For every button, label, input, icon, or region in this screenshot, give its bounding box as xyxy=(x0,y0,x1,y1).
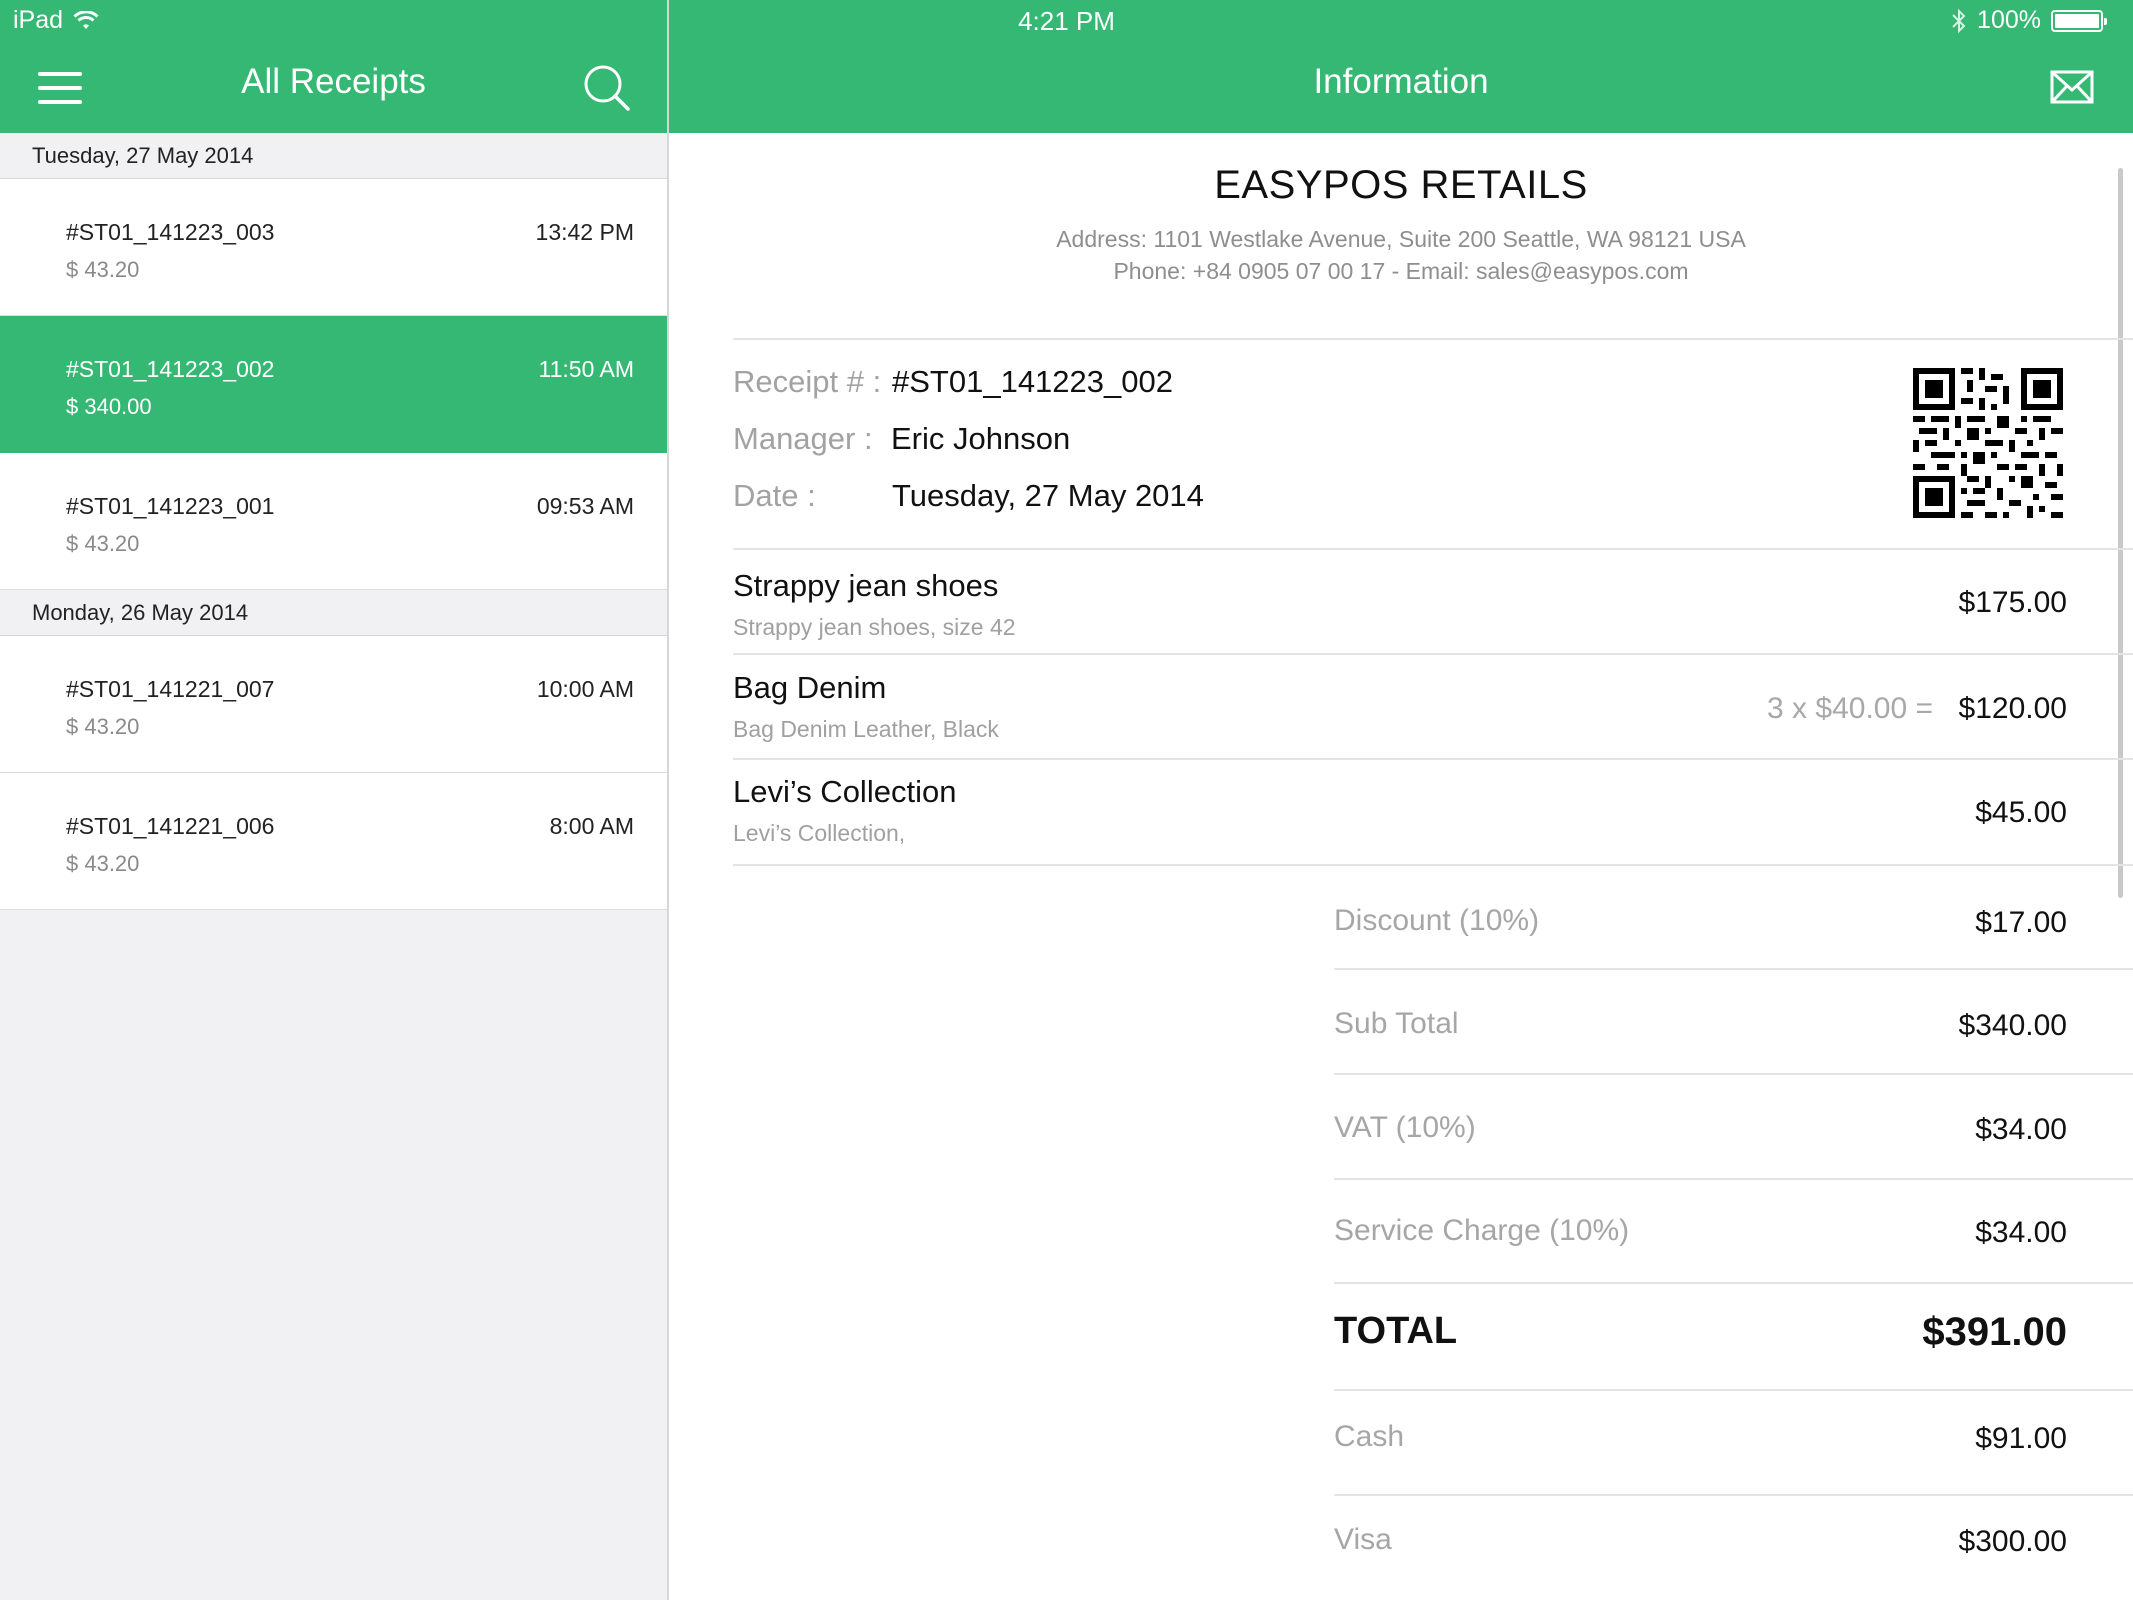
manager-name: Eric Johnson xyxy=(891,421,1071,456)
status-time: 4:21 PM xyxy=(1018,6,1115,36)
receipt-amount: $ 43.20 xyxy=(66,714,140,739)
receipt-list-item[interactable]: #ST01_141223_003 13:42 PM $ 43.20 xyxy=(0,179,667,316)
service-charge-label: Service Charge (10%) xyxy=(1334,1214,1630,1247)
receipt-amount: $ 43.20 xyxy=(66,257,140,282)
discount-label: Discount (10%) xyxy=(1334,904,1540,937)
cash-value: $91.00 xyxy=(1975,1422,2067,1455)
vat-value: $34.00 xyxy=(1975,1113,2067,1146)
cash-label: Cash xyxy=(1334,1420,1405,1453)
divider xyxy=(733,548,2133,550)
service-charge-value: $34.00 xyxy=(1975,1216,2067,1249)
receipt-time: 10:00 AM xyxy=(536,676,634,702)
receipt-time: 09:53 AM xyxy=(536,493,634,519)
qr-code xyxy=(1913,368,2063,518)
battery-icon xyxy=(2051,9,2107,32)
total-label: TOTAL xyxy=(1334,1310,1458,1352)
receipt-id: #ST01_141221_006 xyxy=(66,813,275,839)
divider xyxy=(1334,968,2133,970)
mail-icon[interactable] xyxy=(2050,70,2094,104)
bluetooth-icon xyxy=(1952,8,1966,33)
line-item-desc: Strappy jean shoes, size 42 xyxy=(733,614,1016,640)
receipt-time: 8:00 AM xyxy=(549,813,634,839)
line-item-qty: 3 x $40.00 = xyxy=(1767,692,1933,725)
line-item-name: Bag Denim xyxy=(733,670,887,705)
receipt-id: #ST01_141223_002 xyxy=(66,356,275,382)
divider xyxy=(733,864,2133,866)
right-panel-title: Information xyxy=(1313,62,1489,101)
receipt-amount: $ 43.20 xyxy=(66,851,140,876)
store-contact: Phone: +84 0905 07 00 17 - Email: sales@… xyxy=(1113,258,1689,284)
receipt-date: Tuesday, 27 May 2014 xyxy=(892,478,1204,513)
search-icon[interactable] xyxy=(583,64,631,112)
total-value: $391.00 xyxy=(1922,1310,2067,1354)
left-panel-title: All Receipts xyxy=(241,62,426,101)
divider xyxy=(1334,1282,2133,1284)
receipt-list-item[interactable]: #ST01_141223_001 09:53 AM $ 43.20 xyxy=(0,453,667,590)
receipt-number-label: Receipt # : xyxy=(733,364,882,399)
divider xyxy=(1334,1494,2133,1496)
visa-value: $300.00 xyxy=(1958,1525,2067,1558)
visa-label: Visa xyxy=(1334,1523,1392,1556)
divider xyxy=(1334,1178,2133,1180)
date-group-header: Monday, 26 May 2014 xyxy=(0,590,667,636)
date-label: Date : xyxy=(733,478,816,513)
line-item-price: $45.00 xyxy=(1975,796,2067,829)
line-item-desc: Bag Denim Leather, Black xyxy=(733,716,999,742)
line-item-name: Levi’s Collection xyxy=(733,774,957,809)
subtotal-label: Sub Total xyxy=(1334,1007,1459,1040)
receipt-amount: $ 43.20 xyxy=(66,531,140,556)
receipt-id: #ST01_141223_001 xyxy=(66,493,275,519)
receipt-id: #ST01_141221_007 xyxy=(66,676,275,702)
store-name: EASYPOS RETAILS xyxy=(1214,163,1588,207)
status-right: 100% xyxy=(1951,6,2107,35)
receipts-list: Tuesday, 27 May 2014 #ST01_141223_003 13… xyxy=(0,133,667,1600)
vat-label: VAT (10%) xyxy=(1334,1111,1476,1144)
line-item-name: Strappy jean shoes xyxy=(733,568,999,603)
receipt-number: #ST01_141223_002 xyxy=(892,364,1173,399)
receipt-list-item[interactable]: #ST01_141221_007 10:00 AM $ 43.20 xyxy=(0,636,667,773)
receipt-time: 13:42 PM xyxy=(535,219,634,245)
divider xyxy=(733,758,2133,760)
divider xyxy=(1334,1389,2133,1391)
divider xyxy=(733,338,2133,340)
battery-percent: 100% xyxy=(1977,6,2041,34)
top-bar: iPad 4:21 PM 100% All Receipts Informati… xyxy=(0,0,2133,133)
divider xyxy=(1334,1073,2133,1075)
line-item-price: $120.00 xyxy=(1958,692,2067,725)
subtotal-value: $340.00 xyxy=(1958,1009,2067,1042)
receipt-list-item-selected[interactable]: #ST01_141223_002 11:50 AM $ 340.00 xyxy=(0,316,667,453)
line-item-price: $175.00 xyxy=(1958,586,2067,619)
receipt-id: #ST01_141223_003 xyxy=(66,219,275,245)
divider xyxy=(733,653,2133,655)
line-item-desc: Levi’s Collection, xyxy=(733,820,906,846)
receipt-list-item[interactable]: #ST01_141221_006 8:00 AM $ 43.20 xyxy=(0,773,667,910)
receipt-amount: $ 340.00 xyxy=(66,394,152,419)
store-address: Address: 1101 Westlake Avenue, Suite 200… xyxy=(1056,226,1746,252)
manager-label: Manager : xyxy=(733,421,873,456)
discount-value: $17.00 xyxy=(1975,906,2067,939)
date-group-header: Tuesday, 27 May 2014 xyxy=(0,133,667,179)
receipt-detail-panel xyxy=(669,133,2133,1600)
receipt-time: 11:50 AM xyxy=(538,356,634,382)
